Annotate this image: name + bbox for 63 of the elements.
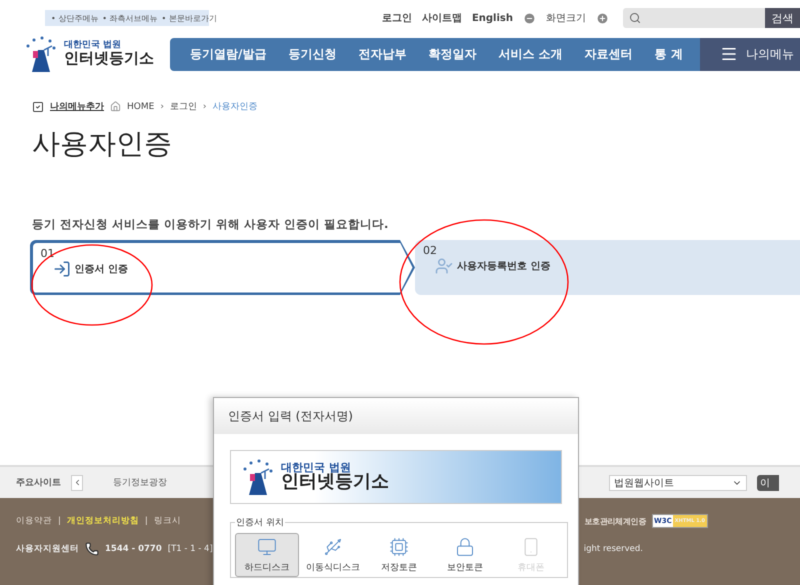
sign-in-icon [52,260,70,278]
phone-number: 1544 - 0770 [105,544,162,554]
usb-icon [323,536,343,556]
utility-link[interactable]: 로그인 [382,11,412,25]
dialog-banner: 대한민국 법원 인터넷등기소 [230,450,562,504]
phone-note: [T1 - 1 - 4] [168,544,213,554]
breadcrumb-item[interactable]: HOME [127,102,154,112]
site-select[interactable]: 법원웹사이트 [609,474,747,490]
support-center-label: 사용자지원센터 [16,543,79,555]
monitor-icon [257,536,277,556]
checkbox-icon [32,100,44,112]
zoom-in-icon[interactable] [596,12,609,24]
location-legend: 인증서 위치 [235,516,285,529]
home-icon [110,101,121,112]
breadcrumb-separator: › [202,102,207,112]
chip-icon [389,536,409,556]
breadcrumb-item[interactable]: 로그인 [170,100,197,113]
breadcrumb-item[interactable]: 사용자인증 [212,100,258,113]
nav-item[interactable]: 서비스 소개 [498,46,563,62]
location-button[interactable]: 이동식디스크 [301,533,365,577]
search-field[interactable] [623,8,765,28]
footer-link[interactable]: 이용약관 [16,515,52,527]
copyright-text: ight reserved. [584,544,643,554]
nav-item[interactable]: 통 계 [654,46,683,62]
utility-link[interactable]: English [472,12,513,24]
previous-button[interactable] [71,474,83,490]
nav-item[interactable]: 확정일자 [428,46,476,62]
site-link[interactable]: 등기정보광장 [113,476,167,489]
go-button[interactable]: 이 [757,474,779,490]
lock-icon [455,536,475,556]
utility-link[interactable]: 사이트맵 [422,11,462,25]
search-icon [629,12,641,24]
phone-icon [85,542,99,556]
location-button[interactable]: 보안토큰 [433,533,497,577]
skip-link[interactable]: • 좌측서브메뉴 [102,12,158,24]
skip-link[interactable]: • 상단주메뉴 [51,12,98,24]
page-title: 사용자인증 [32,126,173,162]
menu-icon [720,45,738,63]
footer-link[interactable]: 링크시 [154,515,181,527]
breadcrumb-separator: › [160,102,164,112]
logo-subtitle: 대한민국 법원 [64,41,122,51]
logo-title: 인터넷등기소 [64,50,154,67]
nav-item[interactable]: 자료센터 [584,46,633,62]
nav-item[interactable]: 등기신청 [288,46,336,62]
certification-text: 보호관리체계인증 [584,516,646,526]
footer-link[interactable]: 개인정보처리방침 [66,515,139,527]
instruction-text: 등기 전자신청 서비스를 이용하기 위해 사용자 인증이 필요합니다. [32,217,390,232]
user-check-icon [435,257,453,275]
link-separator: | [144,516,148,526]
location-button[interactable]: 하드디스크 [235,533,299,577]
skip-link[interactable]: • 본문바로가기 [162,12,217,24]
zoom-label: 화면크기 [546,12,586,25]
add-my-menu-link[interactable]: 나의메뉴추가 [50,100,104,113]
dialog-title: 인증서 입력 (전자서명) [214,398,578,434]
step-tab[interactable]: 02 사용자등록번호 인증 [415,240,800,295]
nav-item[interactable]: 전자납부 [358,46,406,62]
zoom-out-icon[interactable] [523,12,536,24]
nav-item[interactable]: 등기열람/발급 [190,46,266,62]
sites-label: 주요사이트 [16,477,61,489]
my-menu-button[interactable]: 나의메뉴 [700,38,800,70]
search-button[interactable]: 검색 [765,8,800,28]
location-button[interactable]: 저장토큰 [367,533,431,577]
link-separator: | [58,516,61,526]
